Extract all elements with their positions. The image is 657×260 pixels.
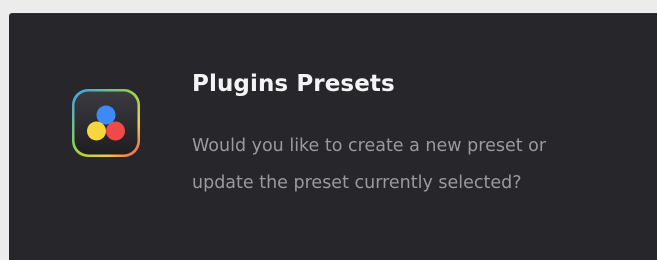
plugins-presets-dialog: Plugins Presets Would you like to create…	[9, 13, 657, 260]
dialog-title: Plugins Presets	[192, 71, 395, 97]
dialog-message: Would you like to create a new preset or…	[192, 128, 642, 202]
dialog-message-line: update the preset currently selected?	[192, 173, 522, 193]
dialog-message-line: Would you like to create a new preset or	[192, 136, 547, 156]
davinci-resolve-app-icon	[70, 87, 142, 159]
